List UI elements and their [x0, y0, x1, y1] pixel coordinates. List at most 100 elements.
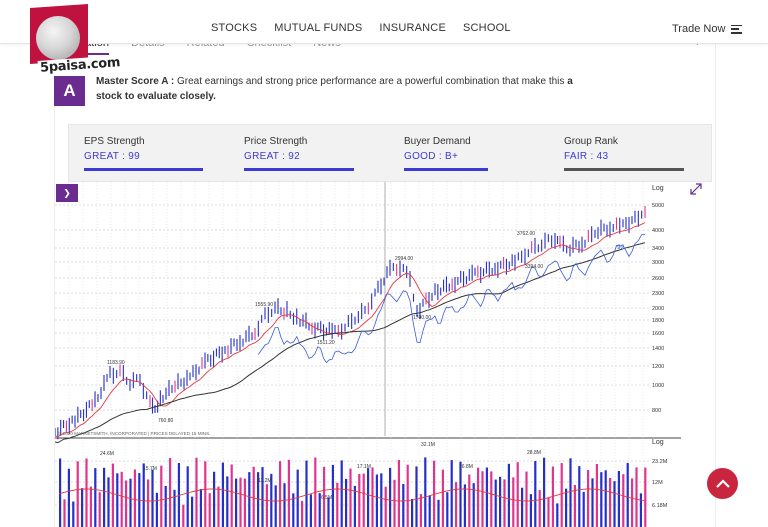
- metric-buyer-demand: Buyer Demand GOOD : B+: [404, 136, 534, 171]
- volume-annotation: 28.8M: [527, 450, 541, 456]
- price-tick-label: 4000: [652, 228, 664, 234]
- volume-bar: [164, 485, 167, 527]
- metric-bar: [564, 168, 684, 171]
- volume-bar: [626, 462, 629, 527]
- volume-bar: [103, 467, 106, 527]
- volume-bar: [622, 474, 625, 527]
- volume-bar: [279, 461, 282, 527]
- volume-bar: [89, 486, 92, 527]
- volume-bar: [503, 479, 506, 527]
- price-tick-label: 1000: [652, 383, 664, 389]
- volume-bar: [367, 468, 370, 527]
- volume-tick-label: 23.2M: [652, 459, 668, 465]
- volume-bar: [463, 484, 466, 527]
- volume-bar: [221, 462, 224, 527]
- rs-rating-label: 92: [617, 244, 625, 251]
- volume-bar: [309, 494, 312, 527]
- volume-bar: [274, 485, 277, 527]
- scroll-to-top-button[interactable]: [707, 468, 738, 499]
- volume-bar: [481, 471, 484, 527]
- volume-bar: [393, 479, 396, 527]
- volume-bar: [560, 463, 563, 527]
- master-score-badge: A: [54, 76, 85, 106]
- price-annotation: 1700.00: [413, 315, 431, 321]
- volume-bar: [186, 466, 189, 527]
- volume-bar: [191, 496, 194, 527]
- nav-item-school[interactable]: SCHOOL: [463, 22, 511, 34]
- volume-annotation: 17.1M: [357, 464, 371, 470]
- nav-item-mutual-funds[interactable]: MUTUAL FUNDS: [274, 22, 362, 34]
- volume-bar: [512, 477, 515, 527]
- volume-bar: [397, 459, 400, 527]
- volume-bar: [63, 499, 66, 527]
- volume-bar: [85, 458, 88, 527]
- volume-bar: [419, 494, 422, 527]
- trade-now-menu[interactable]: Trade Now: [672, 23, 743, 35]
- volume-bar: [358, 473, 361, 527]
- volume-bar: [301, 500, 304, 527]
- metric-bar: [84, 168, 203, 171]
- volume-bar: [173, 489, 176, 527]
- trade-now-label[interactable]: Trade Now: [672, 23, 725, 35]
- price-tick-label: 1600: [652, 331, 664, 337]
- volume-bar: [371, 467, 374, 527]
- volume-bar: [213, 471, 216, 527]
- volume-bar: [243, 478, 246, 527]
- volume-bar: [389, 467, 392, 527]
- volume-bar: [437, 499, 440, 527]
- price-tick-label: 3000: [652, 260, 664, 266]
- volume-annotation: 24.6M: [100, 451, 114, 457]
- volume-bar: [587, 470, 590, 527]
- volume-bar: [384, 486, 387, 527]
- volume-bar: [644, 467, 647, 527]
- metric-value: GREAT : 99: [84, 151, 140, 162]
- volume-bar: [402, 483, 405, 527]
- price-tick-label: 2600: [652, 276, 664, 282]
- price-volume-chart[interactable]: Log 5000 4000 3400 3000 2600 2300 2000 1800 1600 1…: [55, 182, 712, 527]
- volume-bar: [604, 470, 607, 527]
- volume-bar: [94, 468, 97, 527]
- chart-expand-button[interactable]: ❯: [56, 184, 78, 202]
- price-annotation: 1555.90: [255, 302, 273, 308]
- volume-bar: [129, 478, 132, 527]
- volume-bar: [490, 471, 493, 527]
- price-annotation: 1511.20: [317, 340, 335, 346]
- volume-bar: [160, 465, 163, 527]
- volume-bar: [353, 485, 356, 527]
- volume-bar: [111, 463, 114, 527]
- volume-scale-label: Log: [652, 439, 664, 446]
- master-score-description: Master Score A : Great earnings and stro…: [96, 74, 596, 104]
- hamburger-icon[interactable]: [731, 24, 743, 34]
- nav-item-stocks[interactable]: STOCKS: [211, 22, 257, 34]
- master-score-line2: stock to evaluate closely.: [96, 91, 216, 102]
- volume-bar: [516, 462, 519, 527]
- chevron-up-icon: [715, 478, 730, 488]
- volume-bar: [340, 460, 343, 527]
- volume-bar: [521, 487, 524, 527]
- volume-bar: [287, 459, 290, 527]
- metric-group-rank: Group Rank FAIR : 43: [564, 136, 694, 171]
- price-tick-label: 1800: [652, 318, 664, 324]
- price-annotation: 1183.90: [107, 360, 125, 366]
- volume-annotation: 15.7M: [143, 466, 157, 472]
- volume-bar: [556, 503, 559, 527]
- volume-bar: [327, 497, 330, 527]
- price-tick-label: 1200: [652, 364, 664, 370]
- volume-bar: [600, 472, 603, 527]
- metric-value: GREAT : 92: [244, 151, 300, 162]
- volume-bar: [591, 478, 594, 527]
- volume-bar: [477, 467, 480, 527]
- chart-copyright: © 2020 MARKETSMITH, INCORPORATED | PRICE…: [58, 430, 210, 436]
- price-annotation: 3762.00: [517, 231, 535, 237]
- price-tick-label: 2300: [652, 291, 664, 297]
- master-score-tail: a: [567, 76, 573, 87]
- volume-bar: [631, 478, 634, 527]
- volume-bar: [499, 476, 502, 527]
- volume-bar: [415, 466, 418, 527]
- volume-bar: [169, 458, 172, 527]
- volume-bar: [578, 466, 581, 527]
- volume-bar: [635, 467, 638, 527]
- nav-item-insurance[interactable]: INSURANCE: [379, 22, 446, 34]
- brand-logo[interactable]: 5paisa.com: [30, 3, 123, 76]
- logo-ball-icon: [36, 16, 80, 60]
